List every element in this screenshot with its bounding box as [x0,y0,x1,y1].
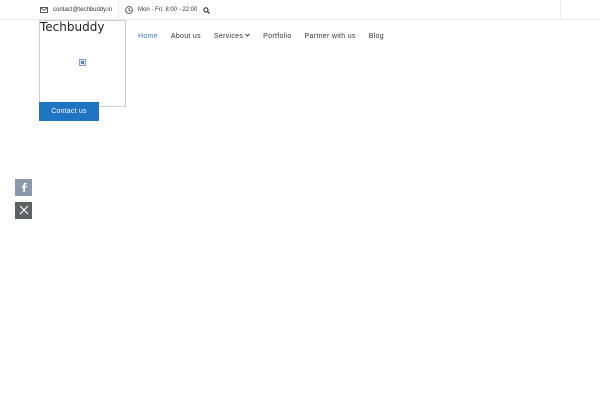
nav-item-home[interactable]: Home [138,33,158,40]
search-icon [203,6,210,14]
clock-icon [125,6,133,14]
x-twitter-icon [19,202,29,220]
topbar-divider-right [560,0,561,20]
nav-item-about-us[interactable]: About us [171,33,201,40]
broken-image-icon [79,59,86,66]
search-button[interactable] [203,0,210,20]
facebook-icon [20,179,28,197]
nav-item-label: Services [213,32,244,40]
business-hours-text: Mon - Fri: 8:00 - 22:00 [138,7,198,13]
topbar-divider [118,0,119,20]
site-logo-text[interactable]: Techbuddy [40,20,104,34]
nav-item-partner-with-us[interactable]: Partner with us [305,33,356,40]
nav-item-blog[interactable]: Blog [369,33,384,40]
nav-item-label: Home [138,32,158,40]
chevron-down-icon [245,33,250,39]
x-twitter-share-button[interactable] [15,202,32,219]
nav-item-label: Portfolio [263,32,292,40]
main-navigation: Home About us Services Portfolio Partner… [138,31,397,41]
contact-email: contact@techbuddy.in [53,7,113,13]
contact-us-button[interactable]: Contact us [39,102,99,121]
facebook-share-button[interactable] [15,179,32,196]
nav-item-label: Blog [368,32,384,40]
nav-item-label: About us [170,32,201,40]
mail-icon [40,7,48,13]
top-bar: contact@techbuddy.in Mon - Fri: 8:00 - 2… [0,0,600,20]
nav-item-portfolio[interactable]: Portfolio [263,33,291,40]
nav-item-label: Partner with us [304,32,356,40]
business-hours: Mon - Fri: 8:00 - 22:00 [125,0,197,20]
contact-email-link[interactable]: contact@techbuddy.in [40,0,112,20]
nav-item-services[interactable]: Services [214,33,250,40]
